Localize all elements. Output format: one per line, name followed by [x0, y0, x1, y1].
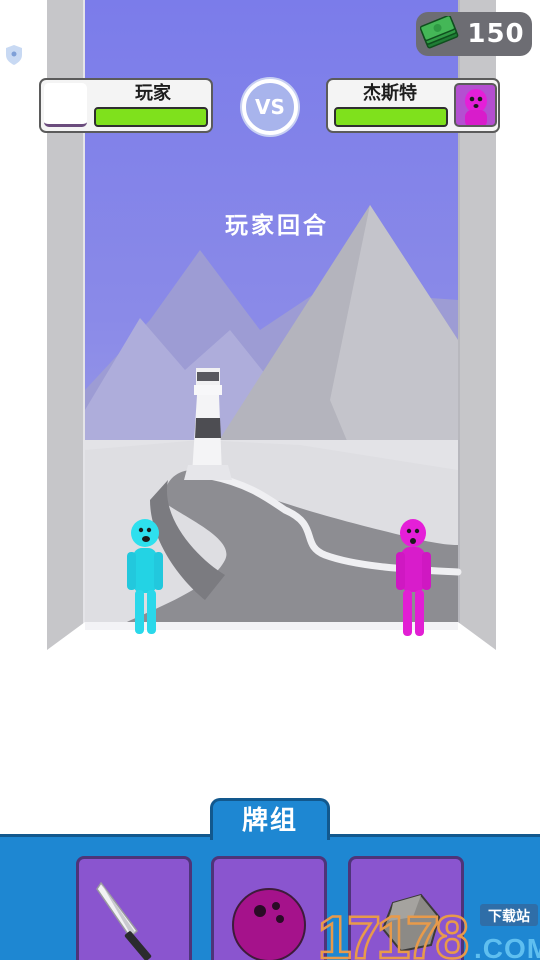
bowling-ball-icon: [232, 888, 306, 960]
watermark-domain: .COM: [474, 933, 540, 960]
turn-indicator: 玩家回合: [225, 213, 329, 239]
vs-badge: VS: [242, 79, 298, 135]
knife-icon: [96, 881, 152, 960]
card-bowling-ball[interactable]: [211, 856, 327, 960]
player-health-bar: [94, 107, 208, 127]
money-counter: 150: [416, 12, 532, 56]
shield-icon: [6, 45, 22, 65]
enemy-health-bar: [334, 107, 448, 127]
cash-stack-icon: [420, 16, 459, 49]
watermark-logo: 17178 下载站 .COM: [317, 903, 540, 960]
deck-tab[interactable]: 牌组: [210, 798, 330, 840]
player-panel: 玩家: [39, 78, 213, 133]
player-name: 玩家: [135, 83, 171, 104]
vs-label: VS: [255, 95, 285, 119]
player-avatar: [44, 83, 87, 127]
money-value: 150: [467, 19, 525, 49]
deck-tab-label: 牌组: [241, 806, 298, 836]
enemy-name: 杰斯特: [363, 83, 417, 104]
watermark-sub-label: 下载站: [488, 908, 530, 925]
enemy-panel: 杰斯特: [326, 78, 500, 133]
enemy-avatar: [454, 83, 497, 127]
watermark-number: 17178: [318, 904, 467, 960]
card-knife[interactable]: [76, 856, 192, 960]
